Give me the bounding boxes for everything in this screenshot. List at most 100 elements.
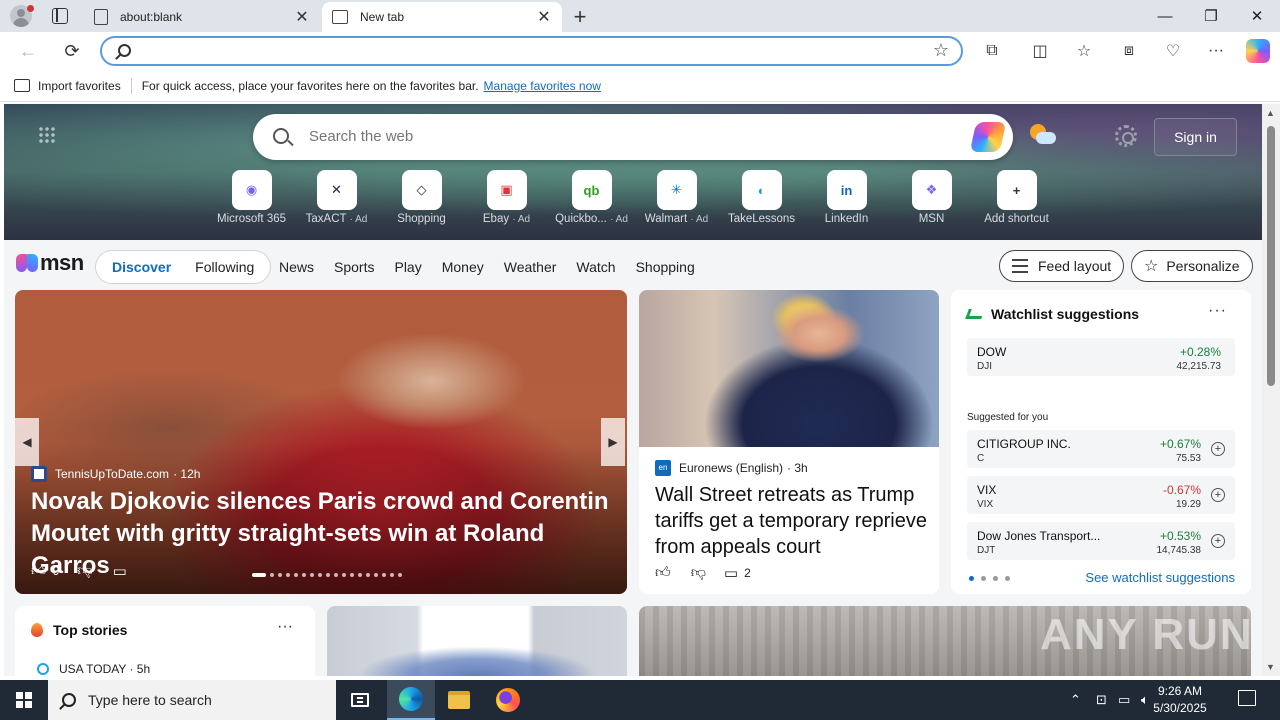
back-button[interactable]: ← (14, 38, 42, 64)
scroll-down-arrow-icon[interactable]: ▼ (1266, 662, 1275, 672)
nav-link-shopping[interactable]: Shopping (636, 259, 695, 275)
carousel-dot[interactable] (318, 573, 322, 577)
personalize-button[interactable]: ☆ Personalize (1131, 250, 1253, 282)
carousel-dot[interactable] (382, 573, 386, 577)
minimize-button[interactable]: — (1142, 0, 1188, 32)
thumbs-up-icon[interactable]: 👍︎ (655, 564, 671, 582)
split-screen-icon[interactable]: ◫ (1028, 40, 1052, 62)
new-tab-button[interactable]: + (568, 4, 592, 30)
carousel-dot[interactable] (286, 573, 290, 577)
nav-link-weather[interactable]: Weather (504, 259, 557, 275)
shortcut-shopping[interactable]: ◇ Shopping (379, 170, 464, 225)
extensions-icon[interactable]: ⧉ (980, 40, 1004, 62)
web-search-box[interactable]: Search the web (253, 114, 1013, 160)
carousel-dot[interactable] (374, 573, 378, 577)
stock-row-dow[interactable]: DOW DJI +0.28% 42,215.73 (967, 338, 1235, 376)
carousel-dot[interactable] (252, 573, 266, 577)
system-clock[interactable]: 9:26 AM 5/30/2025 (1140, 683, 1220, 717)
tab-following[interactable]: Following (183, 259, 266, 275)
stock-row-suggestion[interactable]: CITIGROUP INC. C +0.67% 75.53 + (967, 430, 1235, 468)
carousel-dot[interactable] (366, 573, 370, 577)
taskbar-firefox-button[interactable] (484, 680, 532, 720)
import-favorites-button[interactable]: Import favorites (38, 79, 121, 93)
shortcut-ebay[interactable]: ▣ Ebay · Ad (464, 170, 549, 225)
browser-essentials-icon[interactable]: ♡ (1161, 40, 1185, 62)
thumbs-up-icon[interactable]: 👍︎ (31, 562, 47, 580)
restore-button[interactable]: ❐ (1188, 0, 1234, 32)
shortcut-linkedin[interactable]: in LinkedIn (804, 170, 889, 225)
story-headline[interactable]: Wall Street retreats as Trump tariffs ge… (655, 482, 927, 560)
address-input[interactable] (142, 41, 922, 61)
tab-about-blank[interactable]: about:blank ✕ (84, 2, 320, 32)
hero-story-card[interactable]: ◀ ▶ TennisUpToDate.com · 12h Novak Djoko… (15, 290, 627, 594)
carousel-prev-button[interactable]: ◀ (15, 418, 39, 466)
stock-row-suggestion[interactable]: VIX VIX -0.67% 19.29 + (967, 476, 1235, 514)
add-favorite-star-icon[interactable]: ☆ (933, 40, 949, 61)
tray-overflow-chevron-icon[interactable]: ⌃ (1070, 680, 1081, 720)
notification-center-icon[interactable] (1238, 690, 1256, 706)
carousel-dot[interactable] (294, 573, 298, 577)
carousel-dot[interactable] (334, 573, 338, 577)
task-view-button[interactable] (336, 680, 384, 720)
carousel-dot[interactable] (270, 573, 274, 577)
pager-dot[interactable] (981, 576, 986, 581)
nav-link-watch[interactable]: Watch (576, 259, 615, 275)
network-icon[interactable]: ▭ (1118, 680, 1130, 720)
feed-layout-button[interactable]: Feed layout (999, 250, 1125, 282)
carousel-dot[interactable] (350, 573, 354, 577)
shortcut-msn[interactable]: ❖ MSN (889, 170, 974, 225)
msn-logo[interactable]: msn (16, 250, 84, 276)
scroll-thumb[interactable] (1267, 126, 1275, 386)
more-options-icon[interactable]: ··· (277, 618, 293, 636)
weather-icon[interactable] (1030, 124, 1056, 148)
nav-link-sports[interactable]: Sports (334, 259, 374, 275)
copilot-icon[interactable] (1246, 39, 1270, 63)
nav-link-play[interactable]: Play (394, 259, 421, 275)
network-drive-icon[interactable]: ⊡ (1096, 680, 1107, 720)
close-window-button[interactable]: ✕ (1234, 0, 1280, 32)
tab-discover[interactable]: Discover (100, 259, 183, 275)
tab-close-button[interactable]: ✕ (536, 7, 552, 27)
shortcut-microsoft-365[interactable]: ◉ Microsoft 365 (209, 170, 294, 225)
taskbar-file-explorer-button[interactable] (435, 680, 483, 720)
carousel-dot[interactable] (342, 573, 346, 577)
taskbar-edge-button[interactable] (387, 680, 435, 720)
see-watchlist-link[interactable]: See watchlist suggestions (1085, 570, 1235, 585)
comment-icon[interactable]: ▭ (113, 562, 127, 580)
scroll-up-arrow-icon[interactable]: ▲ (1266, 108, 1275, 118)
news-story-card[interactable]: en Euronews (English) · 3h Wall Street r… (639, 290, 939, 594)
more-options-icon[interactable]: ··· (1208, 302, 1227, 320)
carousel-dot[interactable] (358, 573, 362, 577)
page-settings-gear-icon[interactable] (1115, 125, 1137, 147)
shortcut-add-shortcut[interactable]: + Add shortcut (974, 170, 1059, 225)
carousel-dot[interactable] (390, 573, 394, 577)
tab-new-tab[interactable]: New tab ✕ (322, 2, 562, 32)
page-scrollbar[interactable]: ▲ ▼ (1262, 104, 1280, 676)
sign-in-button[interactable]: Sign in (1154, 118, 1237, 156)
comment-icon[interactable]: ▭ (724, 564, 738, 582)
app-launcher-icon[interactable] (38, 126, 56, 144)
pager-dot[interactable] (993, 576, 998, 581)
stock-row-suggestion[interactable]: Dow Jones Transport... DJT +0.53% 14,745… (967, 522, 1235, 560)
carousel-dot[interactable] (326, 573, 330, 577)
address-bar[interactable]: ☆ (100, 36, 963, 66)
add-to-watchlist-icon[interactable]: + (1211, 488, 1225, 502)
carousel-next-button[interactable]: ▶ (601, 418, 625, 466)
thumbs-down-icon[interactable]: 👎︎ (77, 562, 92, 580)
carousel-dot[interactable] (310, 573, 314, 577)
tab-close-button[interactable]: ✕ (294, 7, 310, 27)
copilot-icon[interactable] (969, 122, 1007, 152)
nav-link-money[interactable]: Money (442, 259, 484, 275)
taskbar-search-box[interactable]: Type here to search (48, 680, 336, 720)
shortcut-quickbo[interactable]: qb Quickbo... · Ad (549, 170, 634, 225)
start-button[interactable] (0, 680, 48, 720)
manage-favorites-link[interactable]: Manage favorites now (484, 79, 601, 93)
collections-icon[interactable]: ⧈ (1117, 40, 1141, 62)
thumbs-down-icon[interactable]: 👎︎ (691, 564, 706, 582)
carousel-dot[interactable] (398, 573, 402, 577)
favorites-icon[interactable]: ☆ (1072, 40, 1096, 62)
add-to-watchlist-icon[interactable]: + (1211, 442, 1225, 456)
settings-more-icon[interactable]: ··· (1204, 40, 1228, 62)
tab-actions-icon[interactable] (52, 8, 68, 24)
pager-dot[interactable] (969, 576, 974, 581)
